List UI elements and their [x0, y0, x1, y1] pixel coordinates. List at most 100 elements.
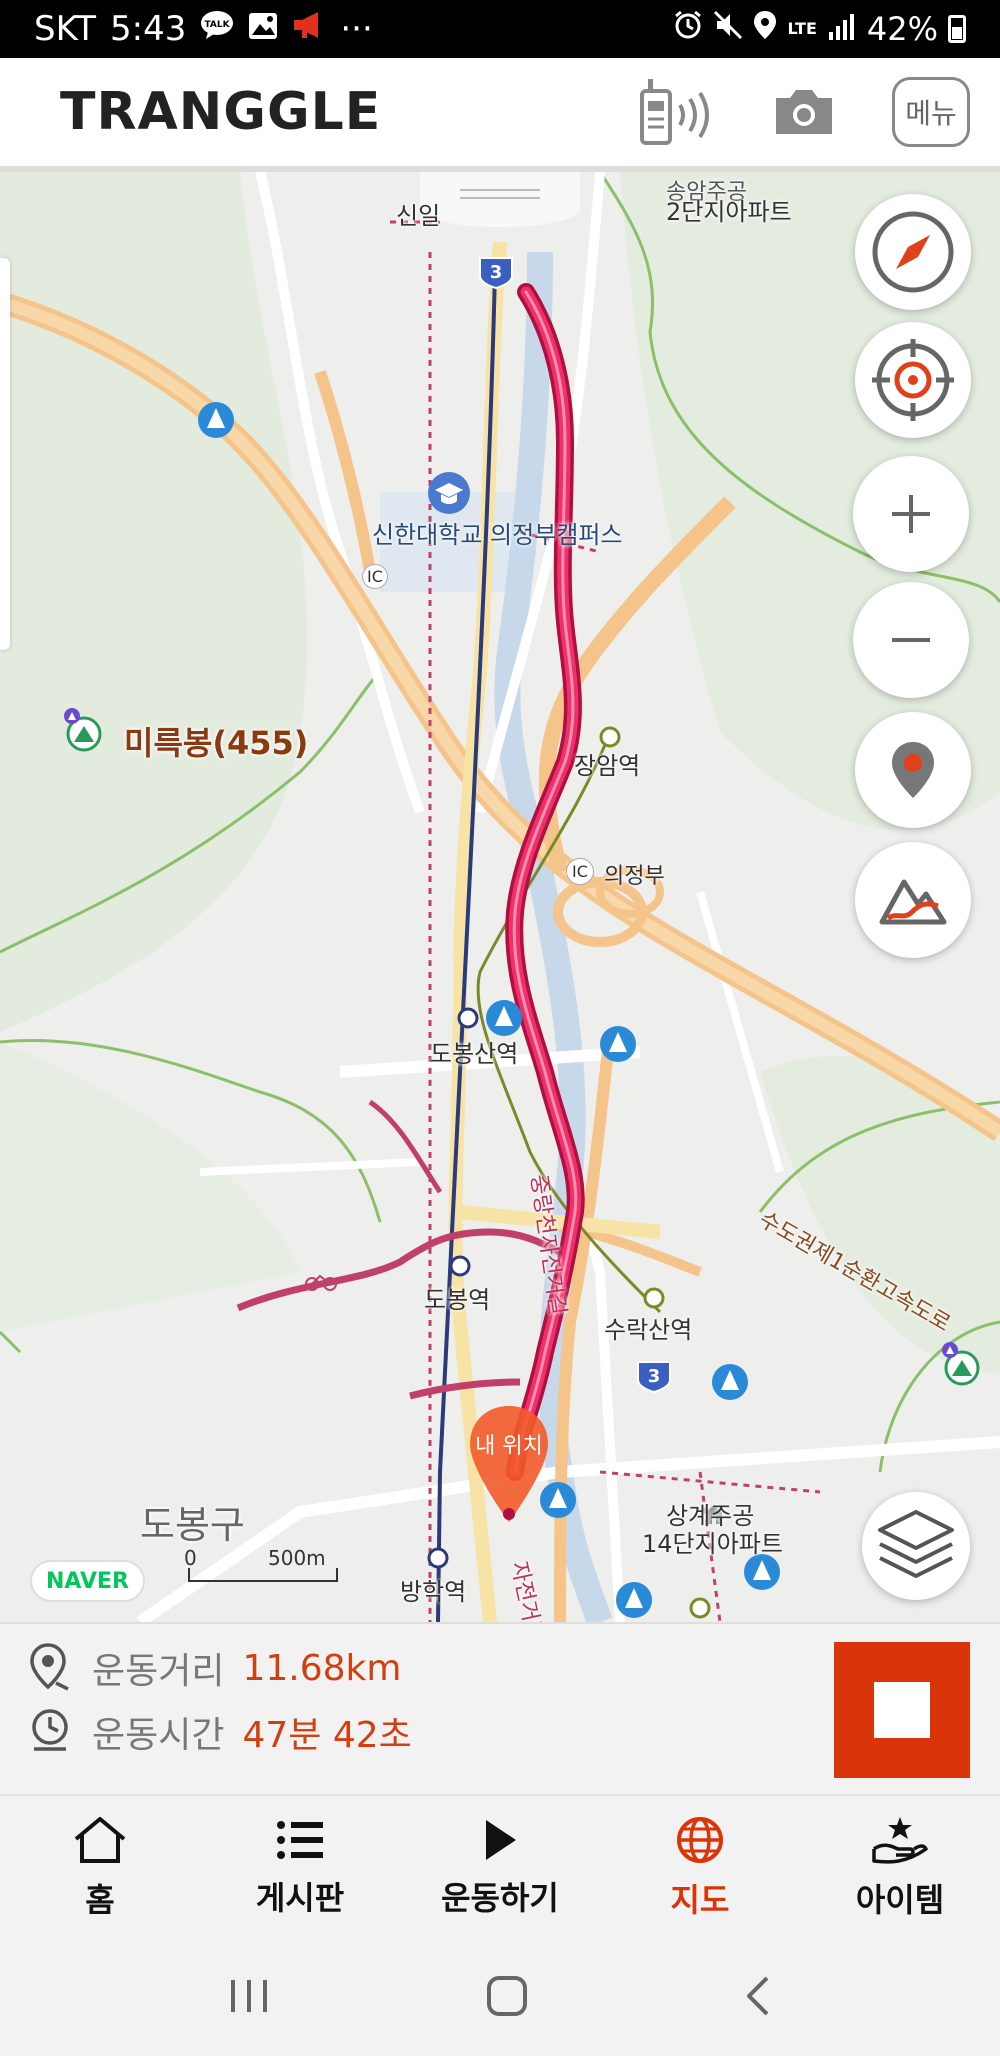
- ic-badge: IC: [362, 564, 388, 589]
- naver-logo: NAVER: [30, 1560, 145, 1602]
- recent-apps-icon: [231, 1980, 267, 2012]
- my-location-label: 내 위치: [475, 1434, 543, 1459]
- timer-pin-icon: [32, 1709, 68, 1751]
- back-button[interactable]: [743, 1974, 773, 2022]
- apartment-label-sanggye-14: 14단지아파트: [642, 1530, 783, 1558]
- map-top-handle: [420, 172, 580, 227]
- bike-path: [368, 1099, 443, 1194]
- walkie-talkie-button[interactable]: [634, 77, 716, 147]
- park-icon: [616, 1582, 652, 1618]
- station-marker-banghak: [427, 1547, 449, 1569]
- my-location-marker[interactable]: 내 위치: [466, 1404, 552, 1524]
- campus-label: 신한대학교 의정부캠퍼스: [372, 521, 623, 549]
- camera-button[interactable]: [772, 86, 836, 138]
- time-value: 47분 42초: [242, 1715, 412, 1756]
- home-square-icon: [487, 1976, 527, 2016]
- recent-apps-button[interactable]: [227, 1976, 271, 2020]
- home-icon: [74, 1817, 126, 1863]
- station-label-jangam: 장암역: [574, 752, 641, 780]
- apartment-label: 2단지아파트: [666, 198, 792, 226]
- alarm-icon: [673, 10, 703, 48]
- battery-icon: [948, 15, 966, 43]
- scale-bar: [188, 1568, 338, 1582]
- nav-map[interactable]: 지도: [600, 1796, 800, 1940]
- megaphone-icon: [292, 9, 326, 49]
- carrier-text: SKT: [34, 9, 97, 49]
- svg-text:3: 3: [648, 1366, 661, 1387]
- map-view[interactable]: 3 3 송암주공 2단지아파트 신일 신한대학교 의정부캠퍼스 IC 미륵봉(4…: [0, 172, 1000, 1622]
- distance-pin-icon: [30, 1643, 69, 1691]
- status-bar: SKT 5:43 TALK ··· LTE 42%: [0, 0, 1000, 58]
- zoom-in-button[interactable]: [853, 456, 969, 572]
- walkie-talkie-icon: [640, 79, 709, 145]
- svg-text:3: 3: [490, 262, 503, 283]
- workout-stats-panel: 운동거리 11.68km 운동시간 47분 42초: [0, 1622, 1000, 1794]
- back-chevron-icon: [747, 1976, 769, 2016]
- distance-label: 운동거리: [92, 1651, 225, 1692]
- station-marker-dobongsan: [457, 1007, 479, 1029]
- place-label-partial: 신일: [396, 202, 441, 230]
- scale-zero-label: 0: [184, 1546, 197, 1570]
- elevation-button[interactable]: [855, 842, 971, 958]
- play-icon: [486, 1820, 516, 1860]
- park-icon: [198, 402, 234, 438]
- ic-label-uijeongbu: 의정부: [604, 864, 665, 889]
- app-logo: TRANGGLE: [60, 82, 382, 142]
- route-3-badge-bottom: 3: [637, 1361, 671, 1394]
- nav-workout[interactable]: 운동하기: [400, 1796, 600, 1940]
- location-icon: [753, 10, 777, 48]
- station-marker-dobong: [449, 1255, 471, 1277]
- park-icon: [486, 1000, 522, 1036]
- nav-items[interactable]: 아이템: [800, 1796, 1000, 1940]
- zoom-out-button[interactable]: [853, 582, 969, 698]
- compass-button[interactable]: [855, 194, 971, 310]
- map-pin-icon: [892, 742, 934, 798]
- map-layers-button[interactable]: [862, 1492, 970, 1600]
- peak-label-mireukbong: 미륵봉(455): [124, 724, 309, 762]
- mute-icon: [713, 10, 743, 48]
- kakaotalk-icon: TALK: [200, 9, 234, 49]
- menu-button[interactable]: 메뉴: [892, 77, 970, 147]
- more-notifications-icon: ···: [340, 9, 373, 49]
- time-label: 운동시간: [92, 1715, 225, 1756]
- gallery-icon: [248, 9, 278, 49]
- nav-items-label: 아이템: [855, 1881, 945, 1919]
- place-marker-button[interactable]: [855, 712, 971, 828]
- side-panel-handle[interactable]: [0, 258, 10, 650]
- current-location-button[interactable]: [855, 322, 971, 438]
- station-marker-jangam: [599, 726, 621, 748]
- nav-home[interactable]: 홈: [0, 1796, 200, 1940]
- peak-icon: [64, 708, 102, 752]
- district-label-dobonggu: 도봉구: [140, 1503, 245, 1547]
- clock-text: 5:43: [110, 9, 187, 49]
- park-icon: [600, 1026, 636, 1062]
- battery-percent: 42%: [866, 10, 938, 48]
- signal-icon: [827, 10, 857, 48]
- station-label-dobong: 도봉역: [424, 1286, 491, 1314]
- layers-icon: [878, 1510, 954, 1578]
- minus-icon: [892, 638, 930, 642]
- route-3-badge-top: 3: [479, 257, 513, 290]
- stop-workout-button[interactable]: [834, 1642, 970, 1778]
- item-hand-star-icon: [872, 1817, 928, 1864]
- compass-icon: [872, 211, 954, 293]
- plus-icon: [892, 495, 930, 533]
- station-marker-surak: [643, 1287, 665, 1309]
- peak-icon: [942, 1342, 980, 1386]
- station-label-banghak: 방학역: [400, 1578, 467, 1606]
- station-label-surak: 수락산역: [604, 1316, 693, 1344]
- scale-value-label: 500m: [268, 1546, 326, 1570]
- list-icon: [277, 1821, 323, 1859]
- svg-text:TALK: TALK: [205, 20, 231, 30]
- mountain-area-west: [0, 172, 308, 1032]
- crosshair-icon: [872, 339, 954, 421]
- park-icon: [712, 1364, 748, 1400]
- nav-map-label: 지도: [670, 1881, 730, 1919]
- globe-icon: [677, 1817, 723, 1863]
- mountain-elevation-icon: [879, 879, 947, 925]
- nav-home-label: 홈: [85, 1881, 115, 1919]
- home-system-button[interactable]: [485, 1974, 529, 2022]
- stop-icon: [874, 1682, 930, 1738]
- nav-board[interactable]: 게시판: [200, 1796, 400, 1940]
- station-label-dobongsan: 도봉산역: [430, 1040, 519, 1068]
